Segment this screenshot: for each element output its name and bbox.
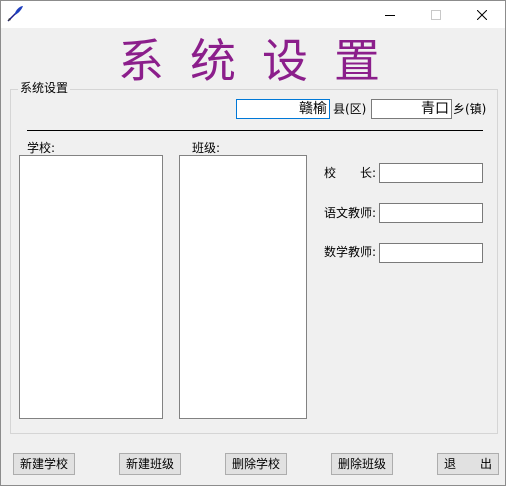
- class-list-label: 班级:: [192, 141, 221, 155]
- close-icon: [476, 5, 488, 24]
- groupbox-label: 系统设置: [18, 81, 71, 96]
- county-field[interactable]: 赣榆: [236, 99, 330, 119]
- title-bar: [1, 1, 505, 28]
- minimize-icon: [385, 5, 395, 24]
- school-list-label: 学校:: [27, 141, 56, 155]
- county-suffix-label: 县(区): [333, 102, 367, 116]
- maximize-button[interactable]: [413, 1, 459, 28]
- page-title: 系统设置: [118, 34, 406, 88]
- math-teacher-label: 数学教师:: [324, 245, 377, 259]
- class-listbox[interactable]: [179, 155, 307, 419]
- town-field[interactable]: 青口: [371, 99, 452, 119]
- exit-button[interactable]: 退 出: [437, 453, 499, 475]
- maximize-icon: [431, 5, 441, 24]
- chinese-teacher-label: 语文教师:: [324, 206, 377, 220]
- feather-icon: [5, 4, 25, 24]
- delete-class-button[interactable]: 删除班级: [331, 453, 393, 475]
- principal-label: 校 长:: [324, 166, 377, 180]
- chinese-teacher-input[interactable]: [379, 203, 483, 223]
- close-button[interactable]: [459, 1, 505, 28]
- town-suffix-label: 乡(镇): [453, 102, 487, 116]
- new-class-button[interactable]: 新建班级: [119, 453, 181, 475]
- school-listbox[interactable]: [19, 155, 163, 419]
- math-teacher-input[interactable]: [379, 243, 483, 263]
- principal-input[interactable]: [379, 163, 483, 183]
- delete-school-button[interactable]: 删除学校: [225, 453, 287, 475]
- divider-line: [27, 130, 483, 131]
- settings-window: 系统设置 系统设置 赣榆 县(区) 青口 乡(镇) 学校: 班级: 校 长: 语…: [0, 0, 506, 486]
- new-school-button[interactable]: 新建学校: [13, 453, 75, 475]
- minimize-button[interactable]: [367, 1, 413, 28]
